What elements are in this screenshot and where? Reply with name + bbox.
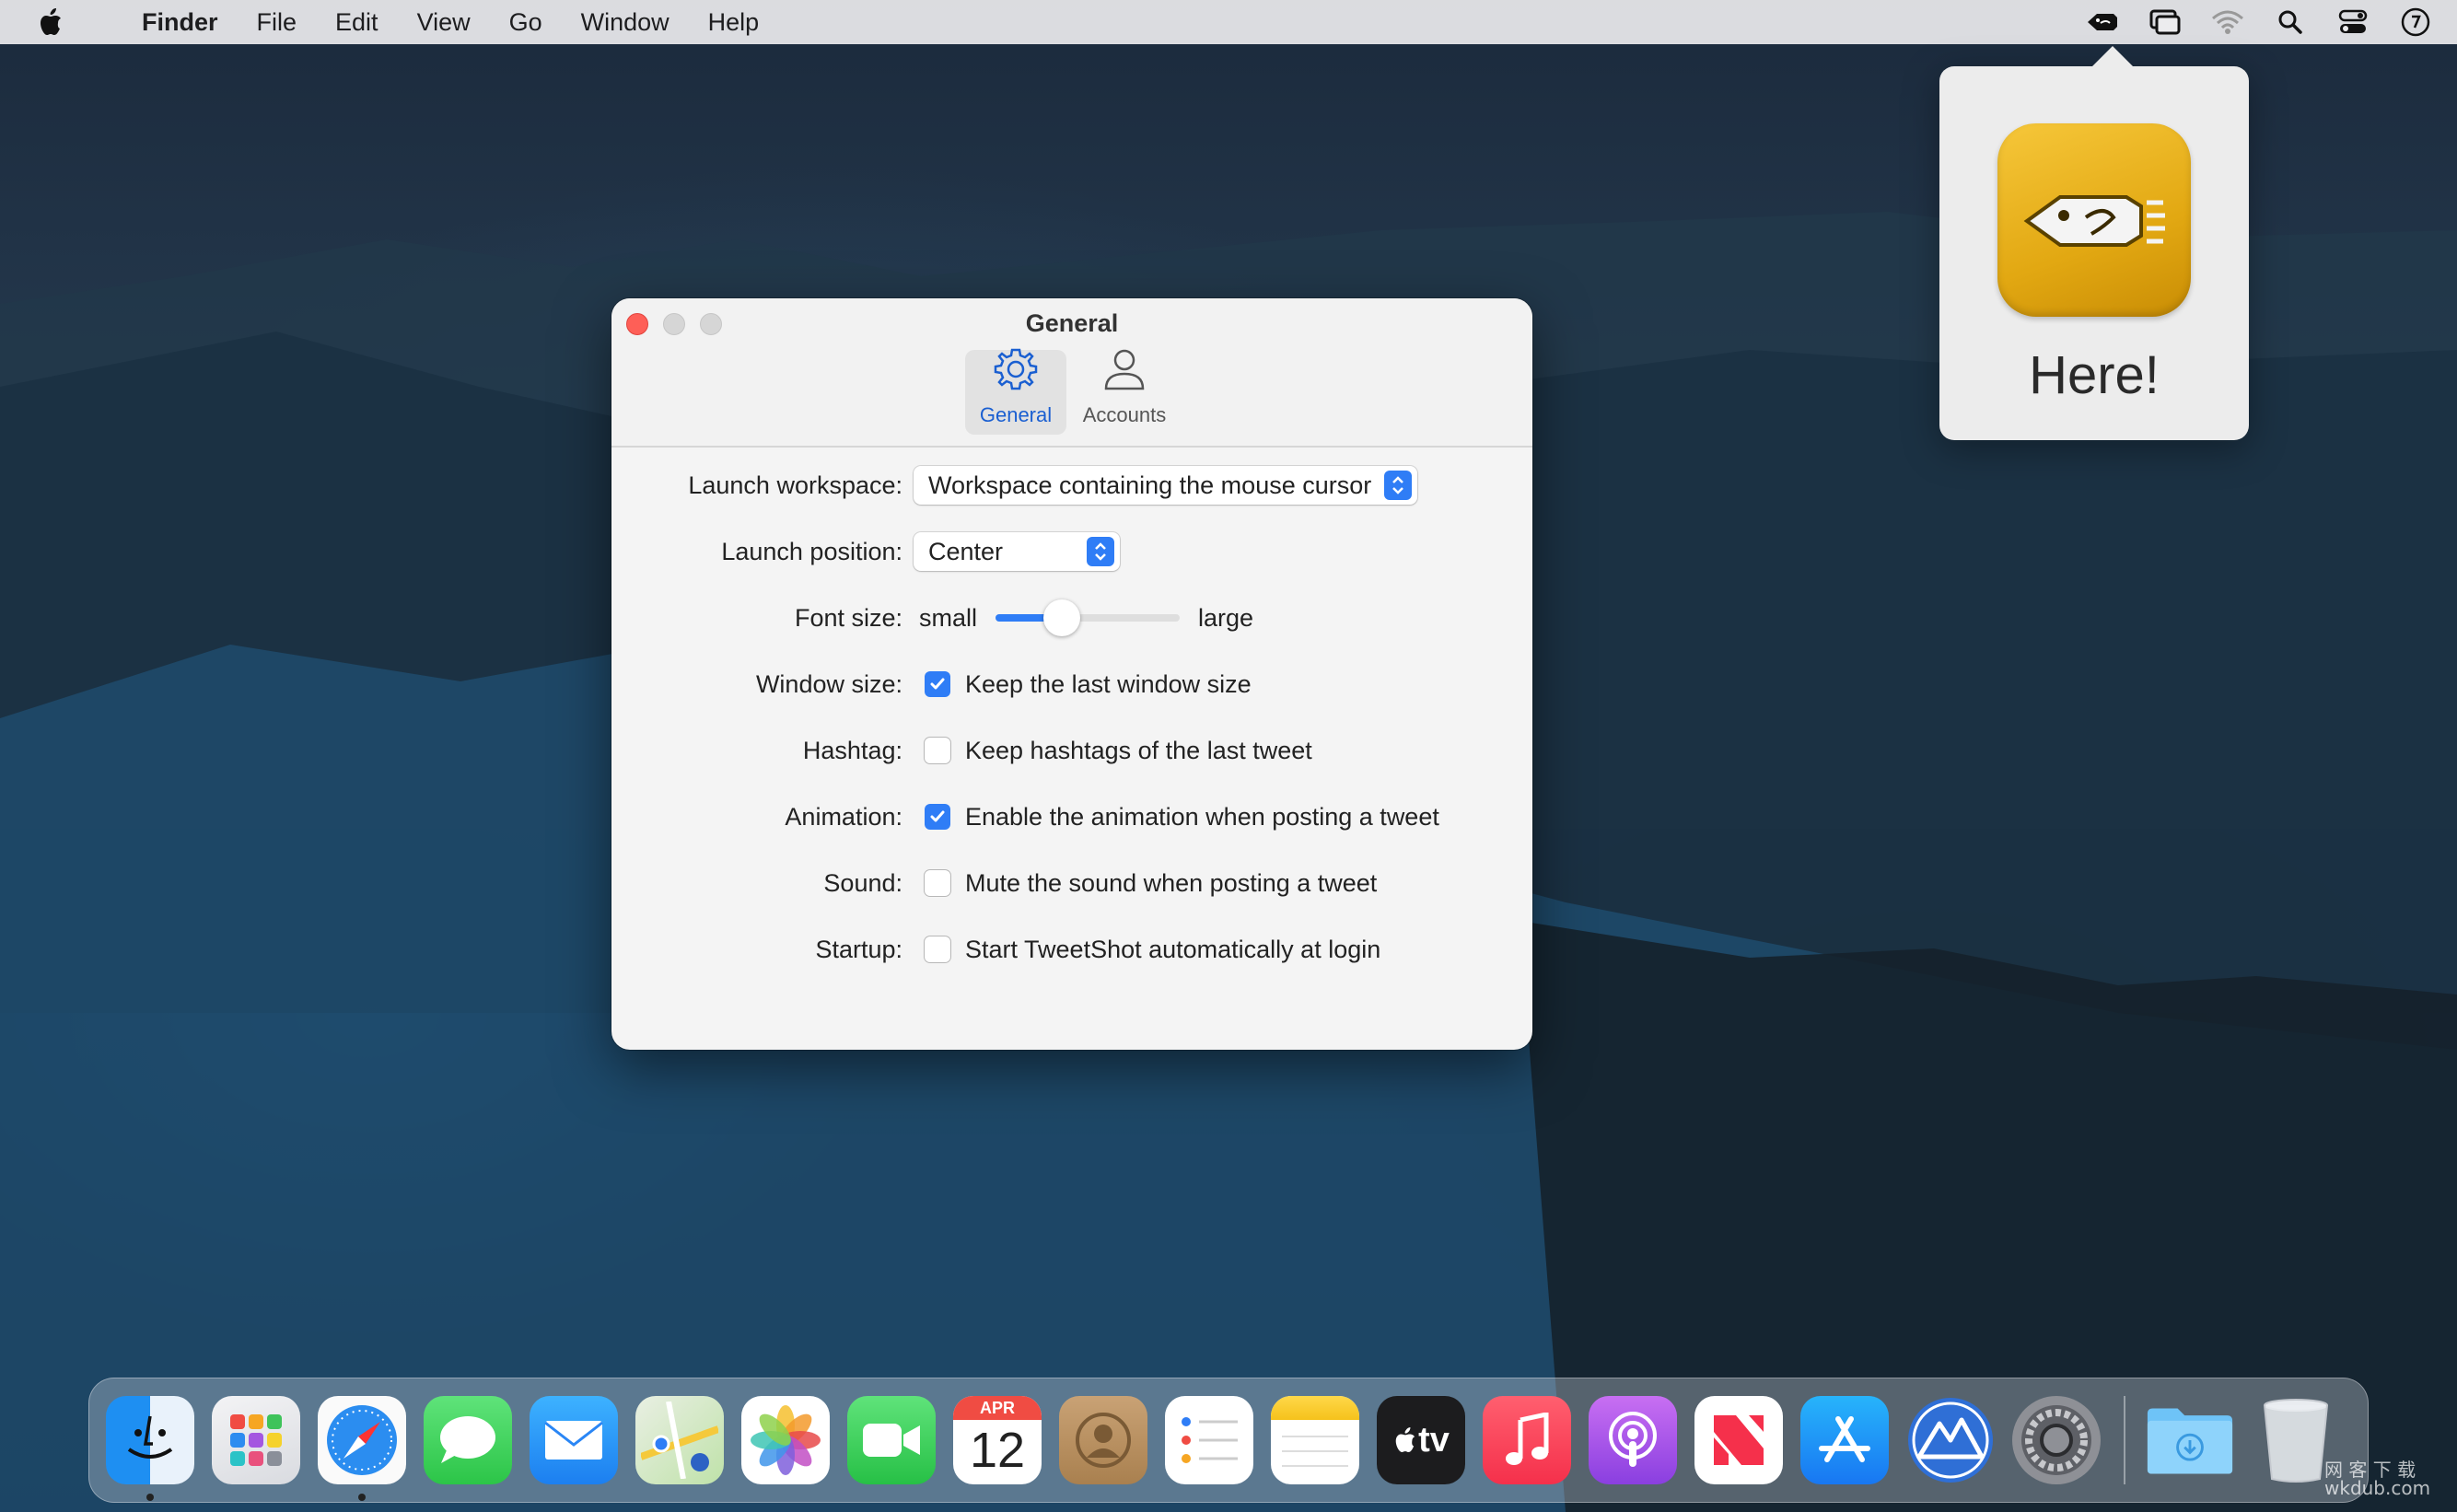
tweetshot-icon[interactable] bbox=[2081, 4, 2124, 41]
dock-notes-icon[interactable] bbox=[1271, 1396, 1359, 1484]
menu-view[interactable]: View bbox=[417, 8, 471, 37]
tweetshot-app-icon bbox=[1997, 123, 2191, 317]
animation-row: Animation: Enable the animation when pos… bbox=[611, 794, 1532, 840]
slider-knob[interactable] bbox=[1043, 599, 1081, 636]
prefs-toolbar: General Accounts bbox=[965, 348, 1182, 435]
person-icon bbox=[1101, 346, 1147, 398]
tab-accounts[interactable]: Accounts bbox=[1074, 349, 1175, 435]
dock-music-icon[interactable] bbox=[1483, 1396, 1571, 1484]
launch-workspace-value: Workspace containing the mouse cursor bbox=[928, 471, 1372, 499]
running-indicator bbox=[358, 1494, 366, 1501]
control-center-icon[interactable] bbox=[2332, 4, 2374, 41]
window-size-text: Keep the last window size bbox=[965, 669, 1252, 698]
tab-general-label: General bbox=[979, 403, 1053, 426]
running-indicator bbox=[146, 1494, 154, 1501]
clock-icon[interactable] bbox=[2394, 4, 2437, 41]
font-size-min-label: small bbox=[919, 603, 978, 632]
preferences-window: General General Accounts Launch workspac… bbox=[611, 298, 1532, 1050]
startup-label: Startup: bbox=[815, 935, 902, 963]
menu-help[interactable]: Help bbox=[708, 8, 760, 37]
menu-app-name[interactable]: Finder bbox=[142, 8, 218, 37]
screen-mirror-icon[interactable] bbox=[2144, 4, 2186, 41]
notes-header bbox=[1271, 1396, 1359, 1420]
calendar-day: 12 bbox=[969, 1423, 1026, 1478]
launch-workspace-select[interactable]: Workspace containing the mouse cursor bbox=[914, 466, 1418, 505]
animation-checkbox[interactable] bbox=[925, 804, 950, 830]
startup-text: Start TweetShot automatically at login bbox=[965, 935, 1381, 963]
hashtag-label: Hashtag: bbox=[802, 736, 902, 764]
watermark: 网 客 下 载 wkdub.com bbox=[2324, 1459, 2431, 1499]
checkmark-icon bbox=[930, 810, 945, 822]
animation-text: Enable the animation when posting a twee… bbox=[965, 802, 1439, 831]
window-size-label: Window size: bbox=[755, 669, 902, 698]
startup-row: Startup: Start TweetShot automatically a… bbox=[611, 926, 1532, 972]
dock: APR 12 tv bbox=[88, 1378, 2369, 1503]
dock-launchpad-icon[interactable] bbox=[212, 1396, 300, 1484]
window-size-checkbox[interactable] bbox=[925, 671, 950, 697]
gear-icon bbox=[993, 346, 1039, 398]
dock-contacts-icon[interactable] bbox=[1059, 1396, 1147, 1484]
launch-workspace-label: Launch workspace: bbox=[688, 471, 902, 499]
launch-position-value: Center bbox=[928, 537, 1004, 565]
dock-tv-icon[interactable]: tv bbox=[1377, 1396, 1465, 1484]
dock-podcasts-icon[interactable] bbox=[1589, 1396, 1677, 1484]
hashtag-row: Hashtag: Keep hashtags of the last tweet bbox=[611, 727, 1532, 773]
font-size-slider[interactable] bbox=[996, 599, 1181, 636]
dock-separator bbox=[2124, 1396, 2125, 1484]
hashtag-text: Keep hashtags of the last tweet bbox=[965, 736, 1312, 764]
updown-chevron-icon bbox=[1087, 537, 1114, 566]
animation-label: Animation: bbox=[785, 802, 902, 831]
menu-bar: Finder File Edit View Go Window Help bbox=[0, 0, 2457, 44]
sound-checkbox[interactable] bbox=[925, 870, 950, 896]
dock-app-store-icon[interactable] bbox=[1800, 1396, 1889, 1484]
dock-facetime-icon[interactable] bbox=[847, 1396, 936, 1484]
tv-label: tv bbox=[1418, 1420, 1450, 1460]
wifi-icon[interactable] bbox=[2207, 4, 2249, 41]
dock-system-preferences-icon[interactable] bbox=[2012, 1396, 2101, 1484]
calendar-month: APR bbox=[953, 1396, 1042, 1420]
dock-calendar-icon[interactable]: APR 12 bbox=[953, 1396, 1042, 1484]
menu-edit[interactable]: Edit bbox=[335, 8, 378, 37]
window-title: General bbox=[1025, 309, 1119, 337]
dock-reminders-icon[interactable] bbox=[1165, 1396, 1253, 1484]
dock-messages-icon[interactable] bbox=[424, 1396, 512, 1484]
window-titlebar: General General Accounts bbox=[611, 298, 1532, 448]
checkmark-icon bbox=[930, 678, 945, 690]
sound-label: Sound: bbox=[823, 868, 902, 897]
dock-safari-icon[interactable] bbox=[318, 1396, 406, 1501]
menu-file[interactable]: File bbox=[257, 8, 297, 37]
launch-position-row: Launch position: Center bbox=[611, 529, 1532, 575]
font-size-row: Font size: small large bbox=[611, 595, 1532, 641]
dock-photos-icon[interactable] bbox=[741, 1396, 830, 1484]
menu-go[interactable]: Go bbox=[509, 8, 542, 37]
launch-position-select[interactable]: Center bbox=[914, 532, 1120, 571]
font-size-max-label: large bbox=[1198, 603, 1254, 632]
dock-finder-icon[interactable] bbox=[106, 1396, 194, 1501]
font-size-label: Font size: bbox=[794, 603, 902, 632]
dock-downloads-folder-icon[interactable] bbox=[2146, 1396, 2234, 1484]
dock-installer-icon[interactable] bbox=[1906, 1396, 1995, 1484]
launch-position-label: Launch position: bbox=[721, 537, 902, 565]
dock-maps-icon[interactable] bbox=[635, 1396, 724, 1484]
apple-menu-icon[interactable] bbox=[37, 7, 90, 37]
popover-message: Here! bbox=[2029, 345, 2160, 405]
startup-checkbox[interactable] bbox=[925, 936, 950, 962]
dock-mail-icon[interactable] bbox=[530, 1396, 618, 1484]
launch-workspace-row: Launch workspace: Workspace containing t… bbox=[611, 462, 1532, 508]
menu-window[interactable]: Window bbox=[581, 8, 670, 37]
hashtag-checkbox[interactable] bbox=[925, 738, 950, 763]
dock-news-icon[interactable] bbox=[1694, 1396, 1783, 1484]
spotlight-icon[interactable] bbox=[2269, 4, 2311, 41]
tweetshot-popover: Here! bbox=[1939, 46, 2249, 440]
sound-text: Mute the sound when posting a tweet bbox=[965, 868, 1378, 897]
tab-accounts-label: Accounts bbox=[1082, 403, 1167, 426]
updown-chevron-icon bbox=[1384, 471, 1413, 500]
sound-row: Sound: Mute the sound when posting a twe… bbox=[611, 860, 1532, 906]
window-size-row: Window size: Keep the last window size bbox=[611, 661, 1532, 707]
tab-general[interactable]: General bbox=[965, 348, 1066, 435]
